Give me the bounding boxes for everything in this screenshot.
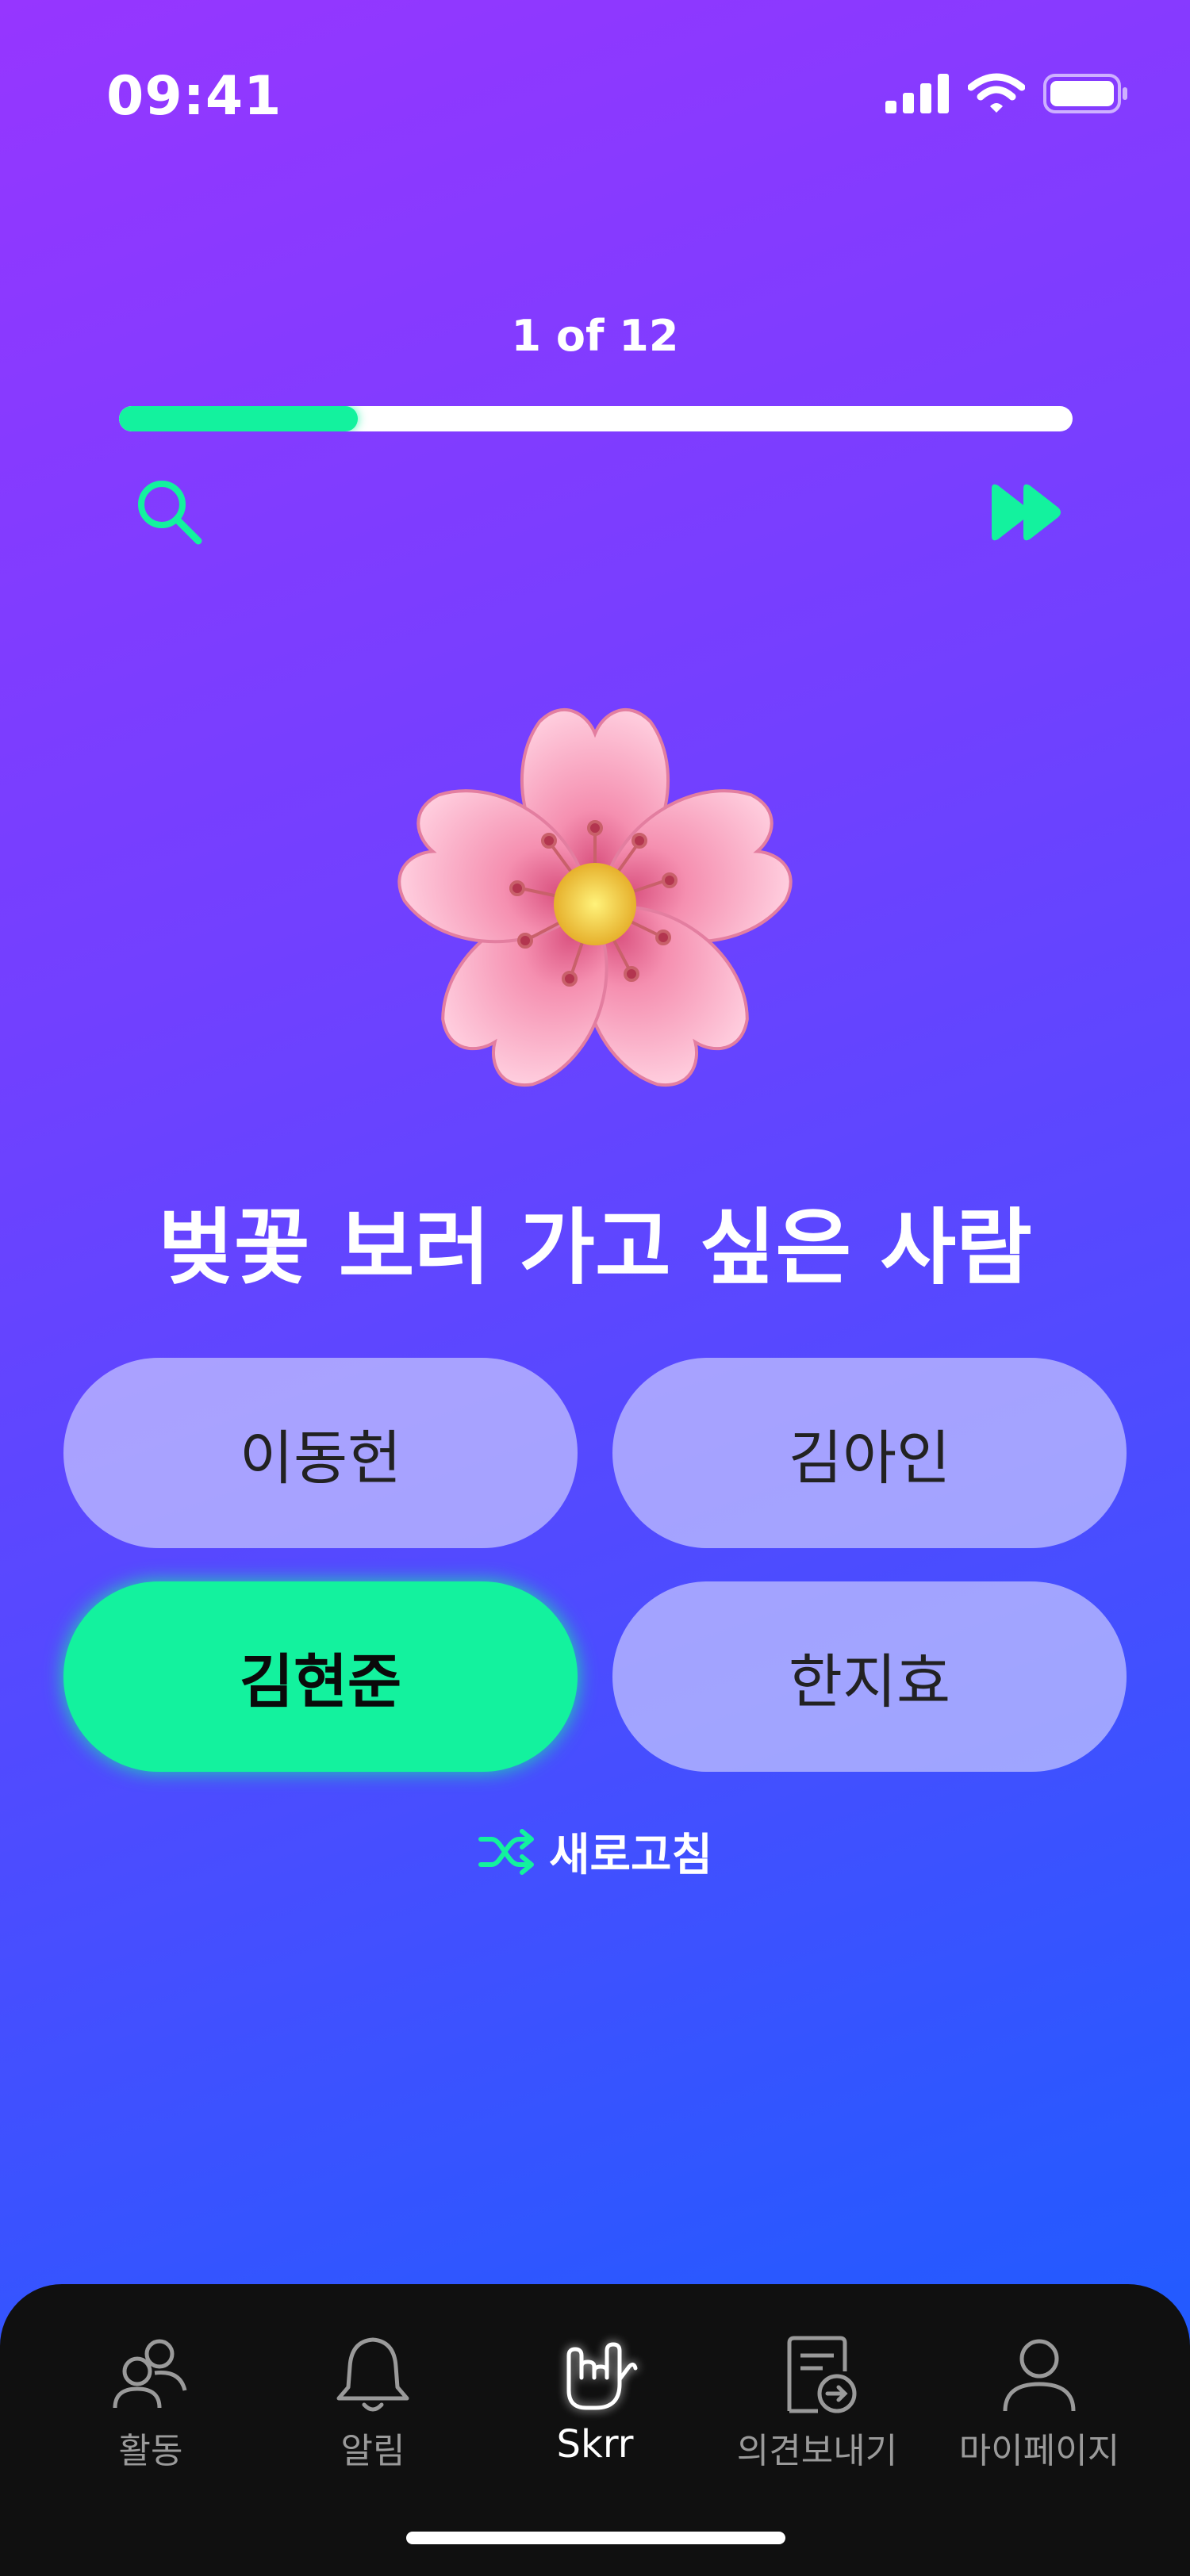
- progress-bar-fill: [119, 406, 358, 431]
- tab-feedback[interactable]: 의견보내기: [706, 2332, 928, 2473]
- people-icon: [113, 2339, 187, 2409]
- tab-activity[interactable]: 활동: [40, 2332, 262, 2473]
- home-indicator: [406, 2532, 785, 2544]
- tab-label-activity: 활동: [118, 2431, 183, 2471]
- fast-forward-icon[interactable]: [982, 473, 1069, 552]
- bell-icon: [336, 2337, 409, 2412]
- tab-notifications[interactable]: 알림: [262, 2332, 484, 2473]
- tab-bar: 활동 알림 Skrr 의견보내기 마이페이지: [0, 2284, 1190, 2576]
- signal-icon: [885, 74, 949, 113]
- battery-icon: [1043, 74, 1127, 113]
- status-time: 09:41: [106, 65, 282, 128]
- tab-label-notifications: 알림: [340, 2431, 405, 2471]
- tab-my-page[interactable]: 마이페이지: [928, 2332, 1150, 2473]
- tab-label-skrr: Skrr: [556, 2422, 634, 2467]
- option-button-1[interactable]: 이동헌: [63, 1358, 578, 1548]
- question-text: 벚꽃 보러 가고 싶은 사람: [158, 1199, 1032, 1296]
- rock-hand-icon: [566, 2342, 638, 2410]
- screen: 09:41 1 of 12 벚꽃 보러 가고 싶은 사람 이동헌 김아인 김현준…: [0, 0, 1190, 2576]
- option-button-3-selected[interactable]: 김현준: [63, 1581, 578, 1772]
- wifi-icon: [968, 73, 1025, 113]
- person-icon: [1003, 2339, 1076, 2412]
- shuffle-icon: [478, 1828, 534, 1875]
- status-icons: [885, 70, 1130, 117]
- search-icon[interactable]: [130, 473, 209, 552]
- feedback-icon: [787, 2336, 857, 2413]
- tab-skrr[interactable]: Skrr: [484, 2332, 706, 2467]
- progress-bar: [119, 406, 1073, 431]
- option-button-4[interactable]: 한지효: [612, 1581, 1127, 1772]
- cherry-blossom-icon: [397, 707, 793, 1087]
- option-button-2[interactable]: 김아인: [612, 1358, 1127, 1548]
- tab-label-feedback: 의견보내기: [736, 2431, 898, 2471]
- refresh-label: 새로고침: [548, 1830, 713, 1881]
- tab-label-my-page: 마이페이지: [958, 2431, 1120, 2471]
- progress-label: 1 of 12: [511, 311, 679, 361]
- refresh-button[interactable]: 새로고침: [0, 1819, 1190, 1884]
